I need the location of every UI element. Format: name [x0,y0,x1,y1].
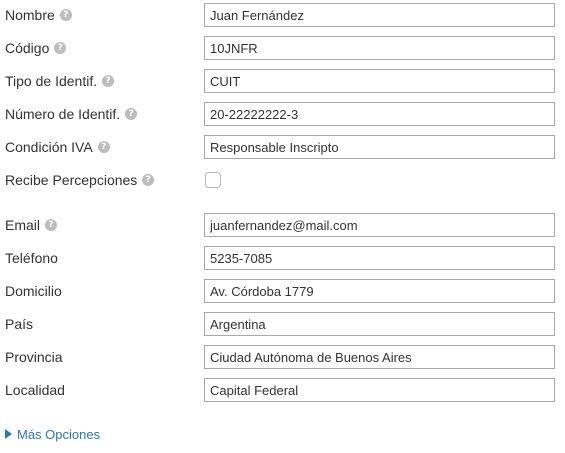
telefono-label: Teléfono [5,249,58,267]
condicion-iva-label: Condición IVA ? [5,138,110,156]
row-localidad: Localidad [0,378,565,402]
nombre-label: Nombre ? [5,6,72,24]
localidad-label-text: Localidad [5,382,65,398]
row-condicion-iva: Condición IVA ? [0,135,565,159]
row-nombre: Nombre ? [0,3,565,27]
help-icon[interactable]: ? [102,75,115,87]
row-numero-identif: Número de Identif. ? [0,102,565,126]
help-icon[interactable]: ? [125,108,138,120]
row-domicilio: Domicilio [0,279,565,303]
row-pais: País [0,312,565,336]
tipo-identif-label-text: Tipo de Identif. [5,73,98,89]
more-options-label: Más Opciones [17,426,101,442]
codigo-label: Código ? [5,39,67,57]
domicilio-label: Domicilio [5,282,62,300]
domicilio-label-text: Domicilio [5,283,62,299]
recibe-percepciones-label: Recibe Percepciones ? [5,171,155,189]
help-icon[interactable]: ? [142,174,155,186]
recibe-percepciones-checkbox[interactable] [205,172,221,188]
help-icon[interactable]: ? [97,141,110,153]
numero-identif-input[interactable] [204,102,555,126]
provincia-input[interactable] [204,345,555,369]
row-codigo: Código ? [0,36,565,60]
provincia-label-text: Provincia [5,349,63,365]
help-icon[interactable]: ? [59,9,72,21]
row-email: Email ? [0,213,565,237]
codigo-label-text: Código [5,40,50,56]
condicion-iva-label-text: Condición IVA [5,139,93,155]
pais-label: País [5,315,33,333]
pais-input[interactable] [204,312,555,336]
provincia-label: Provincia [5,348,63,366]
row-tipo-identif: Tipo de Identif. ? [0,69,565,93]
localidad-input[interactable] [204,378,555,402]
tipo-identif-label: Tipo de Identif. ? [5,72,115,90]
telefono-label-text: Teléfono [5,250,58,266]
triangle-right-icon [5,429,12,439]
row-provincia: Provincia [0,345,565,369]
domicilio-input[interactable] [204,279,555,303]
numero-identif-label-text: Número de Identif. [5,106,121,122]
numero-identif-label: Número de Identif. ? [5,105,138,123]
email-label-text: Email [5,217,41,233]
email-label: Email ? [5,216,58,234]
pais-label-text: País [5,316,34,332]
tipo-identif-input[interactable] [204,69,555,93]
recibe-percepciones-label-text: Recibe Percepciones [5,172,138,188]
codigo-input[interactable] [204,36,555,60]
condicion-iva-input[interactable] [204,135,555,159]
telefono-input[interactable] [204,246,555,270]
help-icon[interactable]: ? [54,42,67,54]
localidad-label: Localidad [5,381,65,399]
email-input[interactable] [204,213,555,237]
nombre-label-text: Nombre [5,7,55,23]
help-icon[interactable]: ? [45,219,58,231]
row-telefono: Teléfono [0,246,565,270]
row-recibe-percepciones: Recibe Percepciones ? [0,171,565,195]
nombre-input[interactable] [204,3,555,27]
more-options-link[interactable]: Más Opciones [5,425,100,443]
